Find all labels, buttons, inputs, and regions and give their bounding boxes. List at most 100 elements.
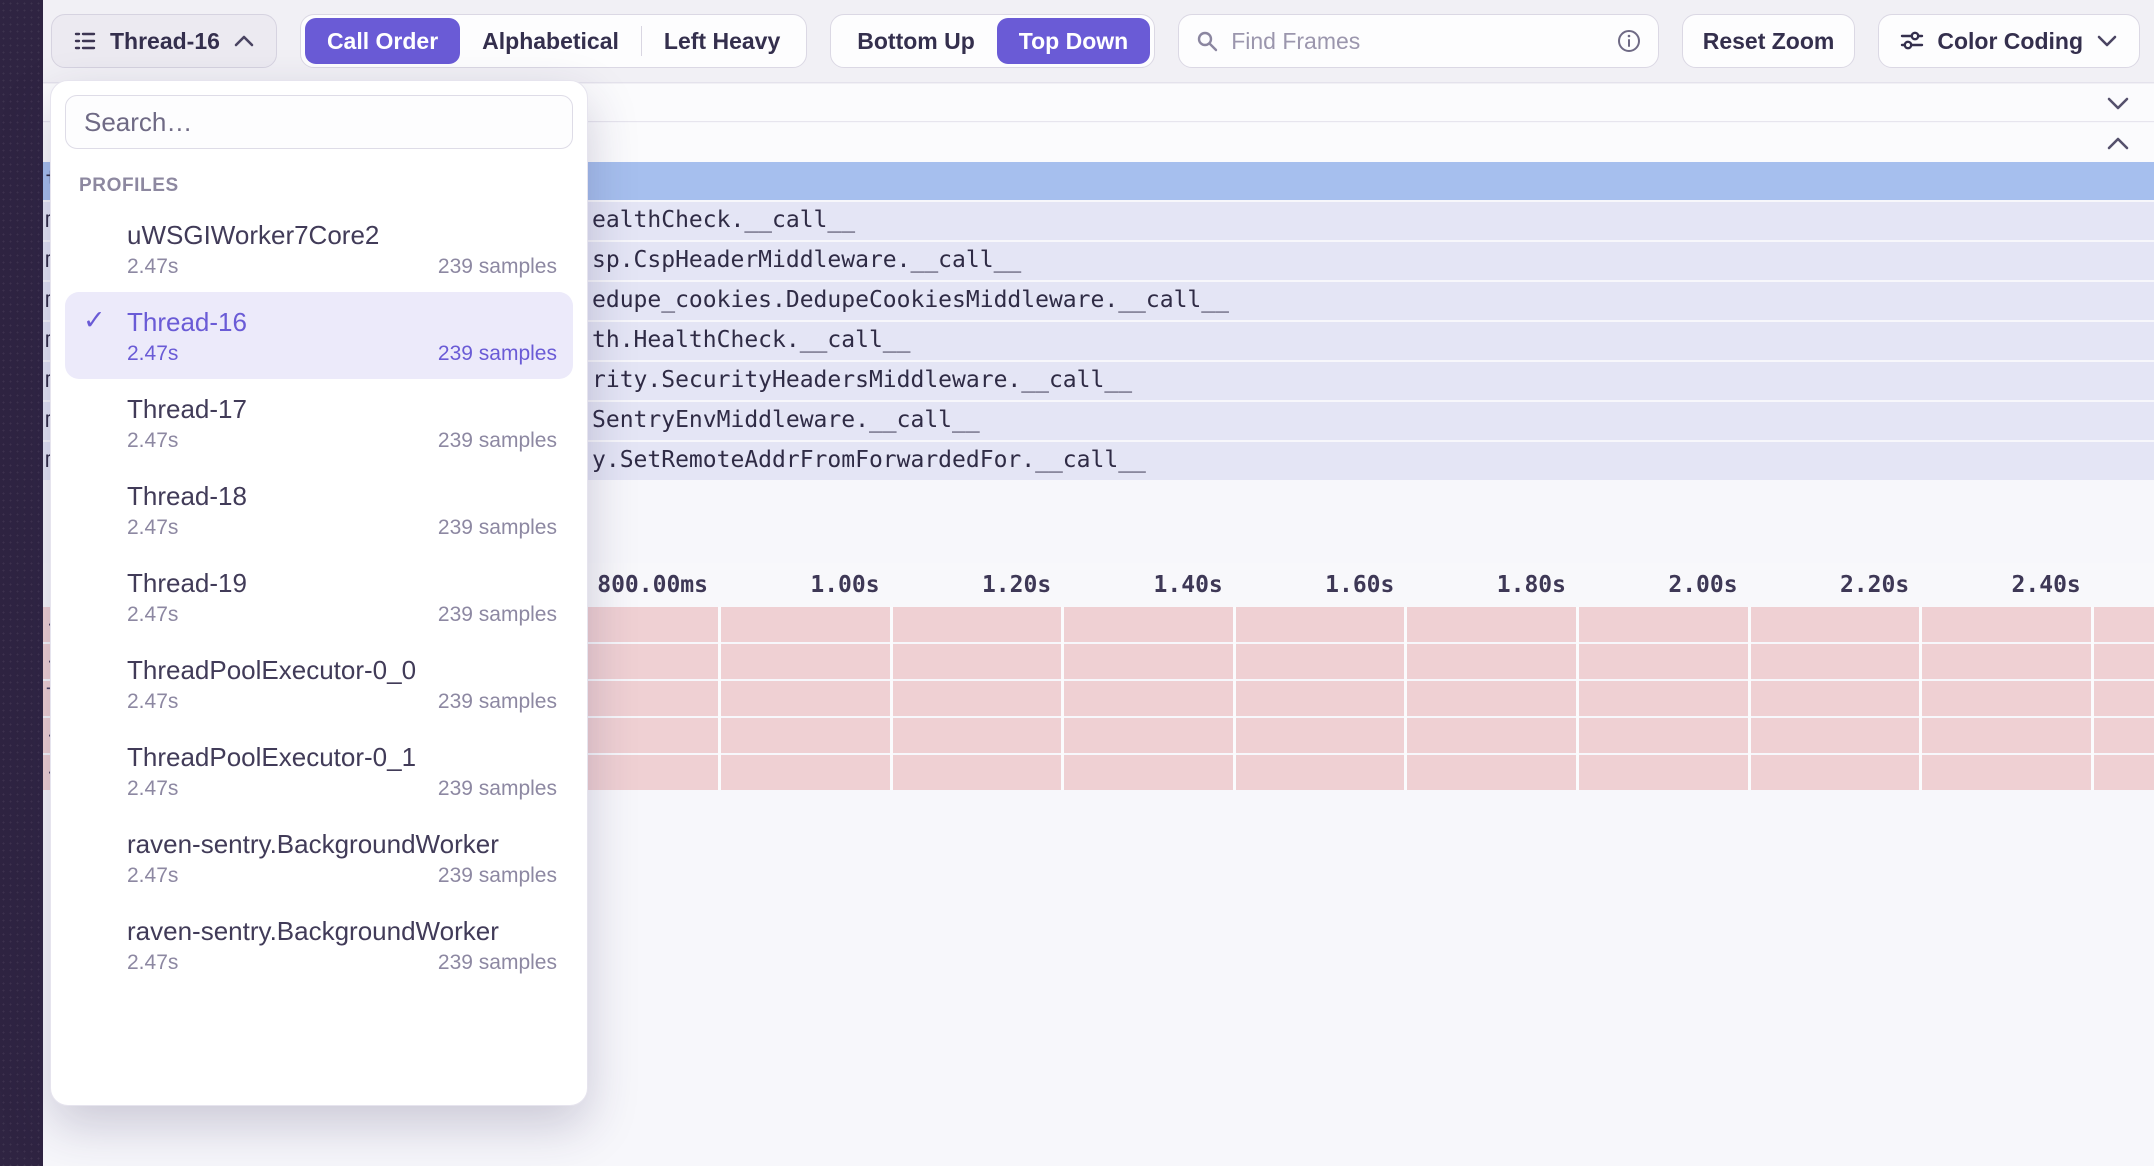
profile-duration: 2.47s bbox=[127, 864, 178, 888]
profile-meta: 2.47s 239 samples bbox=[127, 429, 557, 453]
reset-zoom-button[interactable]: Reset Zoom bbox=[1682, 14, 1856, 68]
expand-chevron-down-icon[interactable] bbox=[2104, 94, 2132, 112]
axis-tick-label: 2.40s bbox=[2012, 572, 2081, 598]
profile-duration: 2.47s bbox=[127, 255, 178, 279]
profile-samples: 239 samples bbox=[438, 342, 557, 366]
order-option-left-heavy[interactable]: Left Heavy bbox=[642, 18, 802, 64]
profile-name: ThreadPoolExecutor-0_1 bbox=[127, 740, 557, 774]
axis-tick-label: 2.20s bbox=[1840, 572, 1909, 598]
frame-text: sp.CspHeaderMiddleware.__call__ bbox=[592, 247, 1021, 273]
chevron-down-icon bbox=[2095, 33, 2119, 49]
profile-samples: 239 samples bbox=[438, 864, 557, 888]
frame-text: edupe_cookies.DedupeCookiesMiddleware.__… bbox=[592, 287, 1229, 313]
profile-name: Thread-17 bbox=[127, 392, 557, 426]
profile-duration: 2.47s bbox=[127, 342, 178, 366]
gridline bbox=[718, 607, 721, 790]
frame-text: ealthCheck.__call__ bbox=[592, 207, 855, 233]
sliders-icon bbox=[1899, 28, 1925, 54]
check-icon: ✓ bbox=[83, 305, 127, 366]
reset-zoom-label: Reset Zoom bbox=[1703, 28, 1835, 55]
profile-meta: 2.47s 239 samples bbox=[127, 951, 557, 975]
profile-name: raven-sentry.BackgroundWorker bbox=[127, 914, 557, 948]
profile-list-item[interactable]: ✓ Thread-17 2.47s 239 samples bbox=[65, 379, 573, 466]
profile-samples: 239 samples bbox=[438, 690, 557, 714]
profile-meta: 2.47s 239 samples bbox=[127, 516, 557, 540]
profile-meta: 2.47s 239 samples bbox=[127, 690, 557, 714]
profile-samples: 239 samples bbox=[438, 777, 557, 801]
info-icon[interactable] bbox=[1616, 28, 1642, 54]
profile-list-item[interactable]: ✓ ThreadPoolExecutor-0_1 2.47s 239 sampl… bbox=[65, 727, 573, 814]
profile-name: Thread-16 bbox=[127, 305, 557, 339]
direction-option-top-down[interactable]: Top Down bbox=[997, 18, 1150, 64]
find-frames-search[interactable] bbox=[1178, 14, 1659, 68]
gridline bbox=[890, 607, 893, 790]
profile-list-item[interactable]: ✓ uWSGIWorker7Core2 2.47s 239 samples bbox=[65, 205, 573, 292]
profile-list: ✓ uWSGIWorker7Core2 2.47s 239 samples ✓ … bbox=[65, 205, 573, 988]
profile-meta: 2.47s 239 samples bbox=[127, 342, 557, 366]
list-icon bbox=[72, 28, 98, 54]
thread-selector-button[interactable]: Thread-16 bbox=[51, 14, 277, 68]
frame-text: y.SetRemoteAddrFromForwardedFor.__call__ bbox=[592, 447, 1146, 473]
profile-duration: 2.47s bbox=[127, 603, 178, 627]
profile-list-item[interactable]: ✓ Thread-18 2.47s 239 samples bbox=[65, 466, 573, 553]
profile-list-item[interactable]: ✓ Thread-16 2.47s 239 samples bbox=[65, 292, 573, 379]
profile-name: Thread-19 bbox=[127, 566, 557, 600]
search-icon bbox=[1195, 29, 1219, 53]
profile-list-item[interactable]: ✓ Thread-19 2.47s 239 samples bbox=[65, 553, 573, 640]
profile-list-item[interactable]: ✓ raven-sentry.BackgroundWorker 2.47s 23… bbox=[65, 814, 573, 901]
axis-tick-label: 1.80s bbox=[1497, 572, 1566, 598]
axis-tick-label: 800.00ms bbox=[597, 572, 708, 598]
color-coding-button[interactable]: Color Coding bbox=[1878, 14, 2140, 68]
thread-selector-label: Thread-16 bbox=[110, 28, 220, 55]
profile-name: uWSGIWorker7Core2 bbox=[127, 218, 557, 252]
profile-meta: 2.47s 239 samples bbox=[127, 864, 557, 888]
chevron-up-icon bbox=[232, 33, 256, 49]
frame-text: rity.SecurityHeadersMiddleware.__call__ bbox=[592, 367, 1132, 393]
axis-tick-label: 1.40s bbox=[1154, 572, 1223, 598]
frame-text: th.HealthCheck.__call__ bbox=[592, 327, 911, 353]
dropdown-search[interactable] bbox=[65, 95, 573, 149]
axis-tick-label: 1.20s bbox=[982, 572, 1051, 598]
collapse-chevron-up-icon[interactable] bbox=[2104, 134, 2132, 152]
direction-toggle-group: Bottom Up Top Down bbox=[830, 14, 1155, 68]
direction-option-bottom-up[interactable]: Bottom Up bbox=[835, 18, 997, 64]
profile-duration: 2.47s bbox=[127, 516, 178, 540]
profile-samples: 239 samples bbox=[438, 603, 557, 627]
profile-list-item[interactable]: ✓ ThreadPoolExecutor-0_0 2.47s 239 sampl… bbox=[65, 640, 573, 727]
dropdown-search-input[interactable] bbox=[84, 107, 554, 138]
profile-duration: 2.47s bbox=[127, 429, 178, 453]
profile-duration: 2.47s bbox=[127, 951, 178, 975]
gridline bbox=[1404, 607, 1407, 790]
profile-duration: 2.47s bbox=[127, 690, 178, 714]
profiles-dropdown: PROFILES ✓ uWSGIWorker7Core2 2.47s 239 s… bbox=[50, 80, 588, 1106]
profile-meta: 2.47s 239 samples bbox=[127, 603, 557, 627]
frame-text: SentryEnvMiddleware.__call__ bbox=[592, 407, 980, 433]
order-option-call-order[interactable]: Call Order bbox=[305, 18, 460, 64]
color-coding-label: Color Coding bbox=[1937, 28, 2083, 55]
toolbar: Thread-16 Call Order Alphabetical Left H… bbox=[43, 0, 2154, 83]
profile-samples: 239 samples bbox=[438, 255, 557, 279]
profile-name: ThreadPoolExecutor-0_0 bbox=[127, 653, 557, 687]
find-frames-input[interactable] bbox=[1231, 28, 1604, 55]
gridline bbox=[1576, 607, 1579, 790]
gridline bbox=[2091, 607, 2094, 790]
axis-tick-label: 1.00s bbox=[810, 572, 879, 598]
profile-meta: 2.47s 239 samples bbox=[127, 777, 557, 801]
left-dark-rail bbox=[0, 0, 43, 1166]
profile-name: raven-sentry.BackgroundWorker bbox=[127, 827, 557, 861]
profile-samples: 239 samples bbox=[438, 429, 557, 453]
gridline bbox=[1748, 607, 1751, 790]
axis-tick-label: 2.00s bbox=[1668, 572, 1737, 598]
profile-samples: 239 samples bbox=[438, 516, 557, 540]
order-option-alphabetical[interactable]: Alphabetical bbox=[460, 18, 641, 64]
profile-samples: 239 samples bbox=[438, 951, 557, 975]
profiles-section-label: PROFILES bbox=[79, 175, 573, 197]
profile-meta: 2.47s 239 samples bbox=[127, 255, 557, 279]
order-toggle-group: Call Order Alphabetical Left Heavy bbox=[300, 14, 807, 68]
gridline bbox=[1061, 607, 1064, 790]
profile-name: Thread-18 bbox=[127, 479, 557, 513]
profiler-screen: Thread-16 Call Order Alphabetical Left H… bbox=[0, 0, 2154, 1166]
profile-list-item[interactable]: ✓ raven-sentry.BackgroundWorker 2.47s 23… bbox=[65, 901, 573, 988]
gridline bbox=[1233, 607, 1236, 790]
profile-duration: 2.47s bbox=[127, 777, 178, 801]
